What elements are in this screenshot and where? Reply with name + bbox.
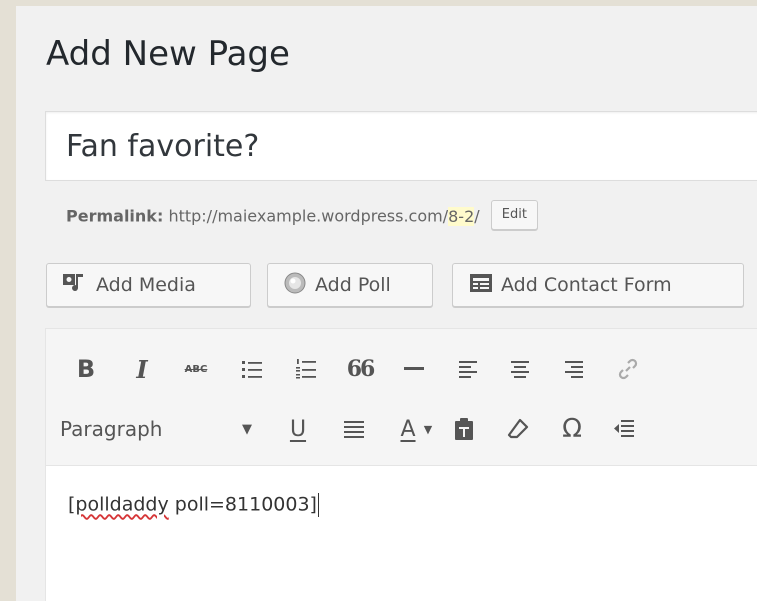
post-title-input[interactable] [45, 111, 757, 181]
special-character-button[interactable]: Ω [554, 411, 590, 447]
permalink-slug[interactable]: 8-2 [448, 206, 475, 226]
justify-icon[interactable] [336, 411, 372, 447]
add-poll-button[interactable]: Add Poll [267, 263, 433, 307]
editor: B I ABC 66 Paragraph ▼ U A ▼ Ω [polldadd… [45, 328, 757, 601]
paste-text-icon[interactable] [446, 411, 482, 447]
chevron-down-icon: ▼ [242, 421, 252, 437]
page: Add New Page Permalink: http://maiexampl… [16, 6, 757, 601]
text-cursor [317, 493, 319, 517]
permalink-row: Permalink: http://maiexample.wordpress.c… [66, 200, 538, 230]
add-poll-label: Add Poll [315, 274, 391, 296]
strikethrough-button[interactable]: ABC [178, 351, 214, 387]
bullet-list-icon[interactable] [234, 351, 270, 387]
italic-button[interactable]: I [124, 351, 160, 387]
permalink-base: http://maiexample.wordpress.com/ [168, 206, 449, 226]
clear-formatting-icon[interactable] [500, 411, 536, 447]
content-rest: poll=8110003] [168, 493, 317, 516]
add-contact-form-label: Add Contact Form [501, 274, 672, 296]
align-center-icon[interactable] [502, 351, 538, 387]
editor-content[interactable]: [polldaddy poll=8110003] [68, 493, 319, 517]
editor-toolbar: B I ABC 66 Paragraph ▼ U A ▼ Ω [46, 329, 757, 466]
underline-glyph: U [289, 416, 307, 442]
permalink-end: / [474, 206, 480, 226]
permalink-url[interactable]: http://maiexample.wordpress.com/8-2/ [168, 206, 480, 226]
add-media-button[interactable]: Add Media [46, 263, 251, 307]
format-select[interactable]: Paragraph ▼ [58, 411, 258, 447]
text-color-glyph: A [400, 416, 416, 442]
bold-button[interactable]: B [68, 351, 104, 387]
format-select-value: Paragraph [60, 417, 163, 441]
align-right-icon[interactable] [556, 351, 592, 387]
permalink-label: Permalink: [66, 206, 164, 226]
media-icon [62, 272, 88, 299]
add-contact-form-button[interactable]: Add Contact Form [452, 263, 744, 307]
permalink-edit-button[interactable]: Edit [490, 200, 538, 230]
outdent-icon[interactable] [606, 411, 642, 447]
horizontal-line-icon[interactable] [396, 351, 432, 387]
numbered-list-icon[interactable] [288, 351, 324, 387]
add-media-label: Add Media [96, 274, 196, 296]
poll-icon [283, 271, 307, 300]
align-left-icon[interactable] [450, 351, 486, 387]
misspelled-word: polldaddy [75, 493, 169, 516]
underline-button[interactable]: U [280, 411, 316, 447]
link-icon[interactable] [610, 351, 646, 387]
page-title: Add New Page [46, 34, 290, 74]
text-color-chevron-icon[interactable]: ▼ [418, 411, 438, 447]
contact-form-icon [469, 273, 493, 298]
blockquote-button[interactable]: 66 [342, 351, 378, 387]
